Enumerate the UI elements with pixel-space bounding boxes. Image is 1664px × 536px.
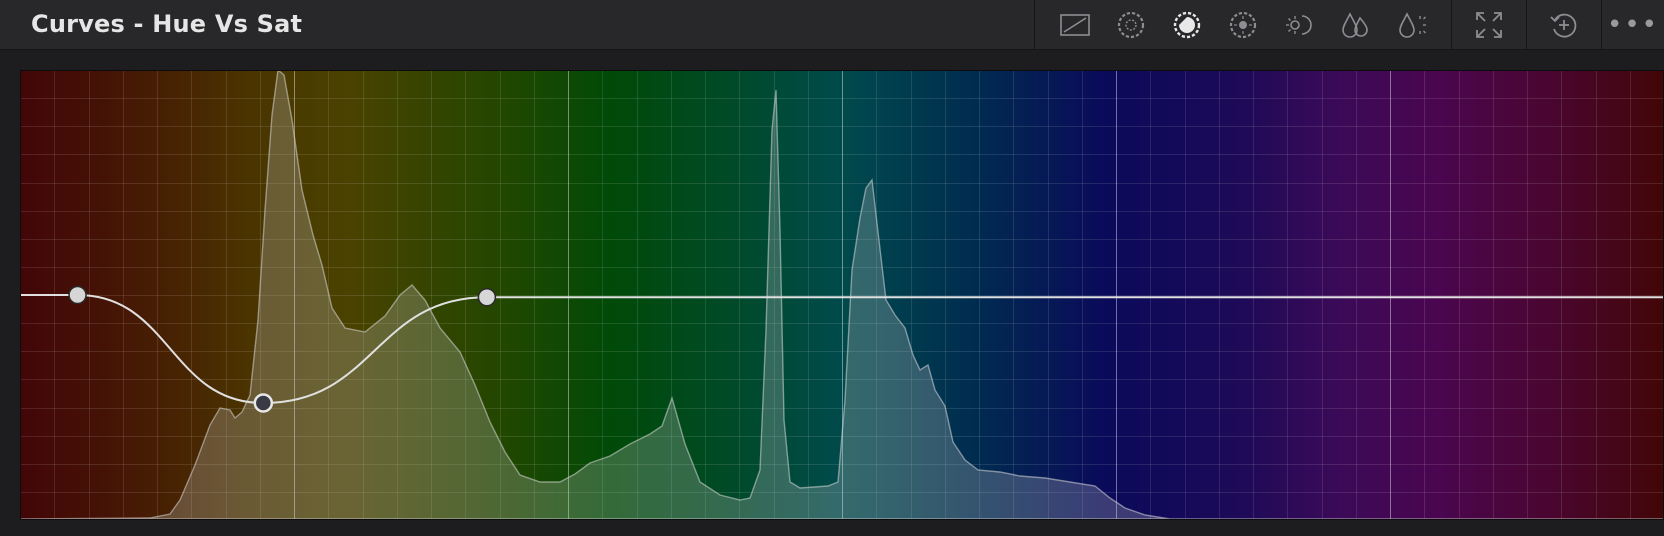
lum-vs-sat-icon	[1286, 14, 1312, 35]
reset-button[interactable]	[1527, 0, 1601, 49]
curve-control-point[interactable]	[68, 285, 87, 305]
more-group: •••	[1601, 0, 1664, 49]
curves-toolbar: •••	[1034, 0, 1664, 49]
hue-vs-sat-graph[interactable]	[20, 70, 1664, 520]
custom-curve-icon	[1060, 13, 1090, 36]
more-options-icon: •••	[1606, 9, 1659, 40]
hue-vs-hue-icon	[1117, 11, 1145, 38]
hue-vs-sat-icon	[1173, 11, 1201, 38]
sat-vs-sat-button[interactable]	[1327, 0, 1383, 49]
reset-icon	[1550, 13, 1577, 37]
sat-vs-lum-icon	[1399, 11, 1426, 38]
lum-vs-sat-button[interactable]	[1271, 0, 1327, 49]
expand-icon	[1476, 11, 1502, 38]
panel-title: Curves - Hue Vs Sat	[31, 10, 303, 38]
sat-vs-lum-button[interactable]	[1383, 0, 1439, 49]
panel-header: Curves - Hue Vs Sat •••	[0, 0, 1664, 50]
curve-control-point[interactable]	[477, 288, 497, 307]
reset-group	[1526, 0, 1601, 49]
hue-vs-lum-button[interactable]	[1215, 0, 1271, 49]
hue-vs-lum-icon	[1229, 11, 1257, 38]
hue-vs-sat-button[interactable]	[1159, 0, 1215, 49]
sat-vs-sat-icon	[1342, 11, 1368, 38]
hue-vs-hue-button[interactable]	[1103, 0, 1159, 49]
expand-button[interactable]	[1452, 0, 1526, 49]
more-options-button[interactable]: •••	[1602, 0, 1664, 49]
expand-group	[1451, 0, 1526, 49]
curve-mode-group	[1034, 0, 1451, 49]
custom-curve-button[interactable]	[1047, 0, 1103, 49]
curve-control-point[interactable]	[253, 393, 274, 413]
